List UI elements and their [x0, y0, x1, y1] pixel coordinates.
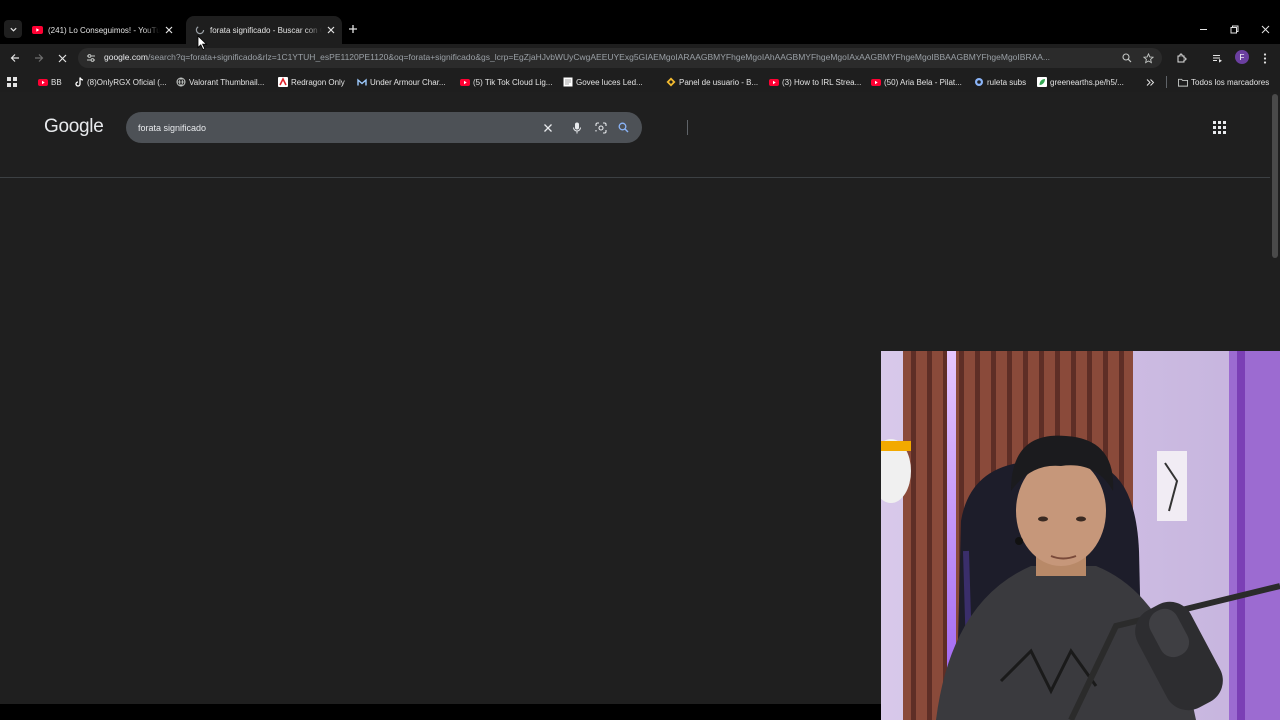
- bookmark-item[interactable]: (3) How to IRL Strea...: [769, 76, 861, 88]
- youtube-icon: [871, 77, 881, 87]
- tab-search-button[interactable]: [4, 20, 22, 38]
- search-divider: [687, 120, 688, 135]
- clear-search-icon[interactable]: [540, 120, 555, 135]
- globe-icon: [974, 77, 984, 87]
- more-vert-icon: [1263, 52, 1267, 64]
- page-icon: [563, 77, 573, 87]
- apps-grid-icon: [7, 77, 17, 87]
- bookmark-item[interactable]: Govee luces Led...: [563, 76, 643, 88]
- bookmark-item[interactable]: Redragon Only: [278, 76, 345, 88]
- minimize-icon: [1199, 28, 1207, 30]
- binance-icon: [666, 77, 676, 87]
- stop-button[interactable]: [53, 49, 71, 67]
- close-icon: [1261, 25, 1269, 33]
- globe-icon: [176, 77, 186, 87]
- new-tab-button[interactable]: [346, 22, 360, 36]
- search-icon[interactable]: [616, 120, 631, 135]
- forward-button[interactable]: [30, 49, 48, 67]
- search-input[interactable]: [138, 120, 528, 135]
- toolbar: google.com/search?q=forata+significado&r…: [0, 44, 1280, 72]
- bookmark-label: (3) How to IRL Strea...: [782, 77, 862, 87]
- microphone-icon[interactable]: [569, 120, 584, 135]
- media-controls-button[interactable]: [1208, 49, 1226, 67]
- arrow-left-icon: [10, 54, 19, 62]
- youtube-icon: [769, 77, 779, 87]
- bookmark-label: (50) Aria Bela - Pilat...: [884, 77, 962, 87]
- url-text: google.com/search?q=forata+significado&r…: [104, 52, 1114, 62]
- close-icon: [58, 54, 66, 62]
- bookmark-item[interactable]: Valorant Thumbnail...: [176, 76, 264, 88]
- zoom-icon[interactable]: [1120, 51, 1134, 65]
- puzzle-icon: [1177, 53, 1186, 62]
- webcam-feed-image: [881, 351, 1280, 720]
- tab-title: forata significado - Buscar con Google: [210, 25, 322, 35]
- url-path: /search?q=forata+significado&rlz=1C1YTUH…: [147, 52, 1051, 62]
- google-lens-icon[interactable]: [593, 120, 608, 135]
- bookmarks-overflow-button[interactable]: [1146, 76, 1155, 88]
- address-bar[interactable]: google.com/search?q=forata+significado&r…: [78, 48, 1162, 68]
- tab-youtube[interactable]: (241) Lo Conseguimos! - YouTube: [30, 18, 180, 42]
- tab-google-search[interactable]: forata significado - Buscar con Google: [186, 16, 342, 44]
- all-bookmarks-folder[interactable]: Todos los marcadores: [1178, 76, 1269, 88]
- bookmarks-bar: BB (8)OnlyRGX Oficial (... Valorant Thum…: [0, 72, 1280, 92]
- youtube-icon: [38, 77, 48, 87]
- back-button[interactable]: [6, 49, 24, 67]
- close-window-button[interactable]: [1258, 22, 1272, 36]
- bookmark-label: (5) Tik Tok Cloud Lig...: [473, 77, 553, 87]
- site-settings-icon[interactable]: [84, 51, 98, 65]
- bookmarks-separator: [1166, 76, 1167, 88]
- url-host: google.com: [104, 52, 148, 62]
- chevron-down-icon: [9, 27, 17, 32]
- bookmark-label: Govee luces Led...: [576, 77, 643, 87]
- plus-icon: [349, 25, 357, 33]
- bookmark-label: Valorant Thumbnail...: [189, 77, 265, 87]
- profile-avatar[interactable]: F: [1235, 50, 1249, 64]
- search-box[interactable]: [126, 112, 688, 143]
- close-icon[interactable]: [162, 23, 176, 37]
- bookmark-item[interactable]: BB: [38, 76, 62, 88]
- chevron-double-right-icon: [1146, 78, 1155, 86]
- bookmark-label: Panel de usuario - B...: [679, 77, 759, 87]
- scrollbar-thumb[interactable]: [1272, 94, 1278, 258]
- apps-shortcut[interactable]: [7, 76, 17, 88]
- header-divider: [0, 177, 1270, 178]
- webcam-overlay: [881, 351, 1280, 720]
- bookmark-label: (8)OnlyRGX Oficial (...: [87, 77, 167, 87]
- extensions-button[interactable]: [1172, 49, 1190, 67]
- close-icon[interactable]: [324, 23, 338, 37]
- redragon-icon: [278, 77, 288, 87]
- m-icon: [357, 77, 367, 87]
- mouse-cursor-icon: [197, 35, 208, 51]
- bookmark-label: greenearths.pe/h5/...: [1050, 77, 1124, 87]
- minimize-button[interactable]: [1196, 22, 1210, 36]
- bookmark-item[interactable]: Under Armour Char...: [357, 76, 446, 88]
- bookmark-item[interactable]: greenearths.pe/h5/...: [1037, 76, 1124, 88]
- arrow-right-icon: [35, 54, 44, 62]
- google-apps-icon[interactable]: [1212, 120, 1227, 135]
- bookmark-item[interactable]: (8)OnlyRGX Oficial (...: [74, 76, 167, 88]
- bookmark-item[interactable]: Panel de usuario - B...: [666, 76, 758, 88]
- bookmark-item[interactable]: ruleta subs: [974, 76, 1026, 88]
- restore-button[interactable]: [1227, 22, 1241, 36]
- youtube-icon: [460, 77, 470, 87]
- leaf-icon: [1037, 77, 1047, 87]
- bookmark-item[interactable]: (50) Aria Bela - Pilat...: [871, 76, 962, 88]
- media-queue-icon: [1212, 54, 1222, 63]
- bookmark-label: Under Armour Char...: [370, 77, 446, 87]
- folder-icon: [1178, 77, 1188, 87]
- loading-icon: [194, 25, 205, 36]
- tab-strip: (241) Lo Conseguimos! - YouTube forata s…: [0, 0, 1280, 46]
- youtube-icon: [32, 25, 43, 36]
- tiktok-icon: [74, 77, 84, 87]
- google-logo[interactable]: Google: [44, 116, 104, 138]
- bookmark-label: ruleta subs: [987, 77, 1027, 87]
- bookmark-label: Todos los marcadores: [1191, 77, 1270, 87]
- bookmark-star-icon[interactable]: [1141, 51, 1155, 65]
- bookmark-item[interactable]: (5) Tik Tok Cloud Lig...: [460, 76, 552, 88]
- bookmark-label: BB: [51, 77, 62, 87]
- restore-icon: [1230, 25, 1238, 33]
- bookmark-label: Redragon Only: [291, 77, 345, 87]
- menu-button[interactable]: [1256, 49, 1274, 67]
- tab-title: (241) Lo Conseguimos! - YouTube: [48, 25, 160, 35]
